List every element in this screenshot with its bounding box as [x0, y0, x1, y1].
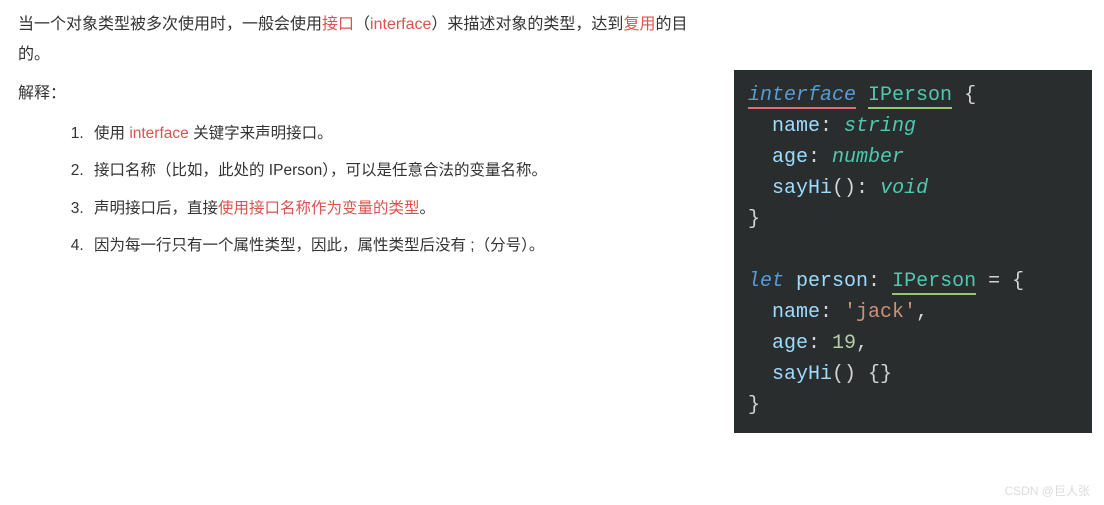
list-item: 声明接口后，直接使用接口名称作为变量的类型。: [88, 190, 718, 227]
intro-red-2: interface: [370, 16, 431, 33]
code-line: }: [748, 390, 1078, 421]
item-red: interface: [129, 125, 188, 142]
prop-name: age: [772, 332, 808, 355]
code-line: [748, 235, 1078, 266]
colon: :: [856, 177, 880, 200]
eq-brace: = {: [976, 270, 1024, 293]
intro-paragraph: 当一个对象类型被多次使用时，一般会使用接口（interface）来描述对象的类型…: [18, 10, 718, 71]
type: string: [844, 115, 916, 138]
colon: :: [808, 332, 832, 355]
prop-name: age: [772, 146, 808, 169]
comma: ,: [916, 301, 928, 324]
colon: :: [868, 270, 892, 293]
prop-name: sayHi: [772, 363, 832, 386]
prop-name: name: [772, 115, 820, 138]
intro-red-3: 复用: [623, 16, 655, 33]
keyword-interface: interface: [748, 84, 856, 109]
item-text: 关键字来声明接口。: [189, 125, 333, 142]
code-line: name: 'jack',: [748, 297, 1078, 328]
type: void: [880, 177, 928, 200]
code-line: let person: IPerson = {: [748, 266, 1078, 297]
code-line: name: string: [748, 111, 1078, 142]
item-text: 声明接口后，直接: [94, 200, 218, 217]
colon: :: [820, 115, 844, 138]
code-line: age: number: [748, 142, 1078, 173]
class-name: IPerson: [892, 270, 976, 295]
list-item: 因为每一行只有一个属性类型，因此，属性类型后没有 ;（分号）。: [88, 227, 718, 264]
intro-text: ）来描述对象的类型，达到: [431, 16, 623, 33]
item-text: 。: [420, 200, 436, 217]
item-text: 接口名称（比如，此处的 IPerson），可以是任意合法的变量名称。: [94, 162, 547, 179]
var-name: person: [796, 270, 868, 293]
code-line: }: [748, 204, 1078, 235]
string: 'jack': [844, 301, 916, 324]
intro-text: 当一个对象类型被多次使用时，一般会使用: [18, 16, 322, 33]
colon: :: [820, 301, 844, 324]
code-line: age: 19,: [748, 328, 1078, 359]
explain-label: 解释：: [18, 79, 718, 109]
type: number: [832, 146, 904, 169]
keyword-let: let: [748, 270, 784, 293]
prop-name: name: [772, 301, 820, 324]
intro-text: （: [354, 16, 370, 33]
item-text: 使用: [94, 125, 129, 142]
comma: ,: [856, 332, 868, 355]
item-red: 使用接口名称作为变量的类型: [218, 200, 420, 217]
watermark: CSDN @巨人张: [1004, 482, 1090, 499]
brace: {: [952, 84, 976, 107]
list-item: 接口名称（比如，此处的 IPerson），可以是任意合法的变量名称。: [88, 152, 718, 189]
code-line: interface IPerson {: [748, 80, 1078, 111]
colon: :: [808, 146, 832, 169]
explanation-list: 使用 interface 关键字来声明接口。 接口名称（比如，此处的 IPers…: [18, 115, 718, 264]
code-line: sayHi(): void: [748, 173, 1078, 204]
list-item: 使用 interface 关键字来声明接口。: [88, 115, 718, 152]
item-text: 因为每一行只有一个属性类型，因此，属性类型后没有 ;（分号）。: [94, 237, 544, 254]
rest: () {}: [832, 363, 892, 386]
number: 19: [832, 332, 856, 355]
code-block: interface IPerson { name: string age: nu…: [734, 70, 1092, 433]
intro-red-1: 接口: [322, 16, 354, 33]
code-line: sayHi() {}: [748, 359, 1078, 390]
brace: }: [748, 208, 760, 231]
prop-name: sayHi: [772, 177, 832, 200]
class-name: IPerson: [868, 84, 952, 109]
paren: (): [832, 177, 856, 200]
brace: }: [748, 394, 760, 417]
